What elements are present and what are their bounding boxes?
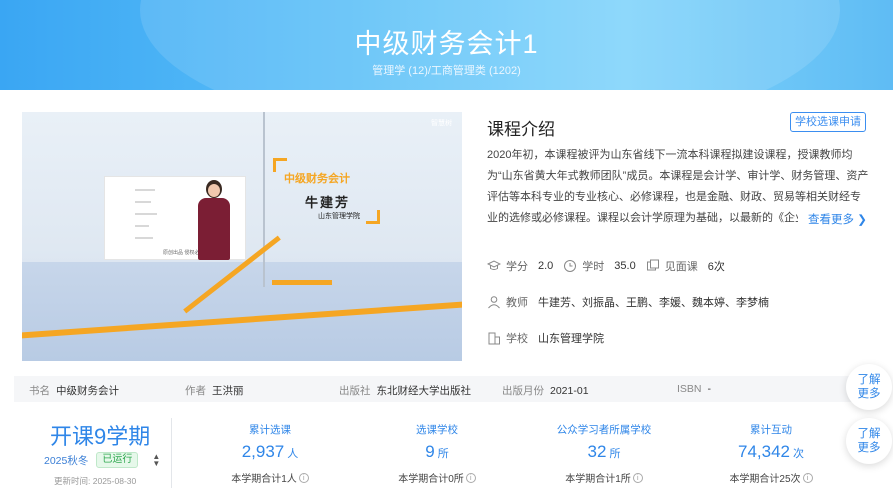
- teacher-list: 牛建芳、刘振晶、王鹏、李媛、魏本婷、李梦楠: [538, 297, 769, 309]
- course-category: 管理学 (12)/工商管理类 (1202): [372, 65, 521, 77]
- learn-more-float-button-2[interactable]: 了解 更多: [846, 418, 892, 464]
- video-bracket: [366, 210, 380, 224]
- building-icon: [488, 332, 500, 345]
- hours-label: 学时: [582, 261, 605, 273]
- person-icon: [488, 296, 500, 309]
- stat-label: 累计选课: [249, 424, 291, 436]
- video-pillar: [263, 112, 265, 287]
- float-label-line1: 了解: [857, 428, 881, 440]
- chevron-right-icon: ❯: [857, 214, 867, 226]
- stat-foot: 本学期合计25次: [729, 474, 801, 485]
- stat-unit: 次: [793, 448, 804, 460]
- term-selector[interactable]: 2025秋冬 已运行 ▲ ▼: [44, 452, 160, 468]
- mortarboard-icon: [487, 260, 501, 270]
- stat-value: 32: [587, 442, 607, 461]
- video-course-name: 中级财务会计: [284, 173, 350, 185]
- book-author: 作者 王洪丽: [185, 383, 244, 398]
- hours-value: 35.0: [614, 260, 636, 272]
- book-date-label: 出版月份: [502, 385, 544, 397]
- stat-unit: 所: [609, 448, 621, 460]
- stat-value: 74,342: [738, 442, 790, 461]
- stat-interactions: 累计互动 74,342 次 本学期合计25次 i: [686, 422, 856, 485]
- textbook-info-bar: 书名 中级财务会计 作者 王洪丽 出版社 东北财经大学出版社 出版月份 2021-01 …: [14, 376, 880, 402]
- school-label: 学校: [506, 333, 528, 345]
- video-orange-stripe: [272, 280, 332, 285]
- book-date: 出版月份 2021-01: [502, 383, 589, 398]
- book-publisher: 出版社 东北财经大学出版社: [339, 383, 471, 398]
- stat-schools: 选课学校 9所 本学期合计0所 i: [352, 422, 522, 485]
- stat-value: 9: [425, 442, 435, 461]
- term-count: 开课9学期: [50, 424, 151, 449]
- status-badge: 已运行: [96, 452, 139, 468]
- teacher-label: 教师: [506, 297, 528, 309]
- video-teacher-name: 牛建芳: [305, 195, 351, 210]
- video-logo: 智慧树: [431, 120, 452, 127]
- intro-heading: 课程介绍: [487, 120, 555, 139]
- info-icon[interactable]: i: [298, 472, 309, 483]
- stat-foot: 本学期合计1人: [231, 474, 297, 485]
- update-date: 2025-08-30: [92, 476, 137, 486]
- course-stats: 开课9学期 2025秋冬 已运行 ▲ ▼ 更新时间: 2025-08-30 累计选…: [14, 410, 864, 500]
- sort-arrows-icon[interactable]: ▲ ▼: [152, 453, 160, 468]
- course-card: 智慧树 原创出品 侵权必究 中级财务会计 牛建芳 山东管理学院 课程介绍 学校选…: [0, 90, 893, 501]
- course-video-player[interactable]: 智慧树 原创出品 侵权必究 中级财务会计 牛建芳 山东管理学院: [22, 112, 462, 361]
- school-value: 山东管理学院: [538, 333, 604, 345]
- stat-foot: 本学期合计0所: [398, 474, 464, 485]
- credit-label: 学分: [506, 261, 528, 273]
- book-name-value: 中级财务会计: [56, 385, 119, 397]
- page-title: 中级财务会计1: [354, 29, 539, 59]
- clock-icon: [564, 260, 577, 272]
- update-time: 更新时间: 2025-08-30: [54, 475, 136, 487]
- info-icon[interactable]: i: [802, 472, 813, 483]
- course-banner: 中级财务会计1 管理学 (12)/工商管理类 (1202): [0, 0, 893, 90]
- school-row: 学校 山东管理学院: [487, 330, 614, 346]
- credit-value: 2.0: [538, 260, 554, 272]
- term-select-value: 2025秋冬: [44, 454, 89, 467]
- teachers-row: 教师 牛建芳、刘振晶、王鹏、李媛、魏本婷、李梦楠: [487, 294, 779, 310]
- learn-more-float-button[interactable]: 了解 更多: [846, 364, 892, 410]
- info-icon[interactable]: i: [465, 472, 476, 483]
- info-icon[interactable]: i: [632, 472, 643, 483]
- float-label-line2: 更多: [857, 442, 881, 454]
- book-isbn-label: ISBN: [677, 383, 702, 395]
- stats-divider: [171, 418, 172, 488]
- stat-public-schools: 公众学习者所属学校 32 所 本学期合计1所 i: [519, 422, 689, 485]
- book-name: 书名 中级财务会计: [29, 383, 119, 398]
- book-author-label: 作者: [185, 385, 206, 397]
- meet-label: 见面课: [664, 261, 698, 273]
- meet-value: 6次: [707, 261, 725, 273]
- book-name-label: 书名: [29, 385, 50, 397]
- video-school-name: 山东管理学院: [318, 213, 360, 220]
- stat-total-enrollment: 累计选课 2,937 人 本学期合计1人 i: [185, 422, 355, 485]
- float-label-line2: 更多: [857, 388, 881, 400]
- stat-label: 选课学校: [416, 424, 458, 436]
- book-publisher-label: 出版社: [339, 385, 371, 397]
- book-date-value: 2021-01: [550, 385, 589, 397]
- stat-unit: 人: [287, 448, 299, 460]
- stat-foot: 本学期合计1所: [565, 474, 631, 485]
- school-apply-button[interactable]: 学校选课申请: [790, 112, 866, 132]
- float-label-line1: 了解: [857, 374, 881, 386]
- stat-label: 累计互动: [750, 424, 792, 436]
- book-publisher-value: 东北财经大学出版社: [376, 385, 472, 397]
- lecturer-figure: [194, 180, 234, 260]
- update-label: 更新时间:: [54, 476, 91, 486]
- book-isbn-value: -: [707, 383, 712, 395]
- book-isbn: ISBN -: [677, 383, 711, 395]
- stat-label: 公众学习者所属学校: [556, 424, 652, 436]
- view-more-link[interactable]: 查看更多 ❯: [798, 211, 867, 227]
- course-hours-row: 学分 2.0 学时 35.0 见面课 6次: [487, 258, 735, 274]
- book-author-value: 王洪丽: [212, 385, 244, 397]
- view-more-label: 查看更多: [808, 214, 854, 226]
- meeting-icon: [646, 259, 659, 271]
- stat-unit: 所: [437, 448, 449, 460]
- stat-value: 2,937: [241, 442, 285, 461]
